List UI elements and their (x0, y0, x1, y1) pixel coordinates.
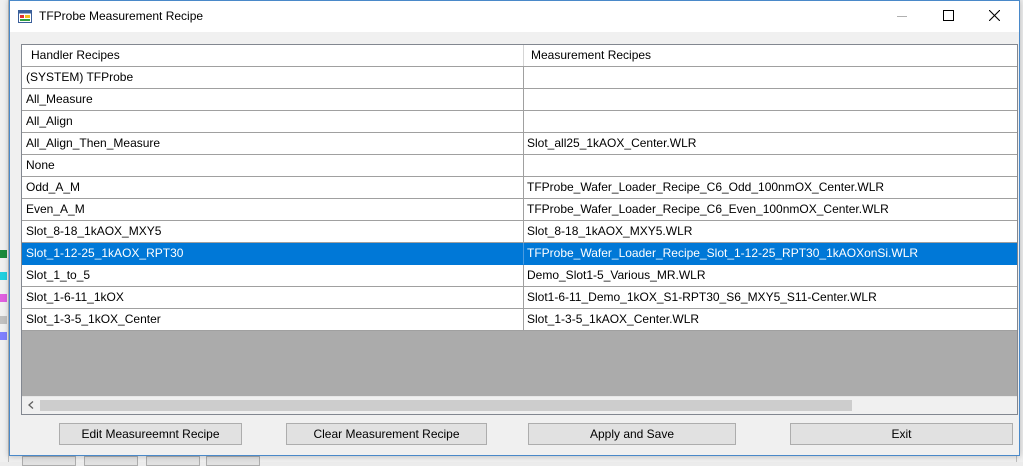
maximize-button[interactable] (925, 1, 971, 32)
handler-recipe-cell[interactable]: Slot_1-3-5_1kOX_Center (22, 309, 524, 331)
measurement-recipe-cell[interactable]: Slot_1-3-5_1kAOX_Center.WLR (524, 309, 1017, 331)
window-title: TFProbe Measurement Recipe (39, 9, 204, 23)
handler-recipe-cell[interactable]: Slot_1_to_5 (22, 265, 524, 287)
handler-recipe-cell[interactable]: (SYSTEM) TFProbe (22, 67, 524, 89)
scroll-left-button[interactable] (22, 397, 39, 414)
maximize-icon (942, 9, 954, 24)
close-icon (988, 9, 1000, 24)
background-color-swatch (0, 272, 7, 280)
measurement-recipe-cell[interactable]: Demo_Slot1-5_Various_MR.WLR (524, 265, 1017, 287)
background-color-swatch (0, 294, 7, 302)
recipe-grid[interactable]: Handler Recipes Measurement Recipes (SYS… (21, 44, 1018, 415)
measurement-recipe-dialog: TFProbe Measurement Recipe Handler Recip… (9, 0, 1020, 456)
measurement-recipe-cell[interactable] (524, 67, 1017, 89)
handler-recipe-cell[interactable]: All_Align (22, 111, 524, 133)
table-row[interactable]: Slot_1-3-5_1kOX_Center Slot_1-3-5_1kAOX_C… (22, 309, 1017, 331)
background-button (22, 456, 76, 466)
handler-recipe-cell[interactable]: Even_A_M (22, 199, 524, 221)
table-row[interactable]: (SYSTEM) TFProbe (22, 67, 1017, 89)
clear-measurement-recipe-button[interactable]: Clear Measurement Recipe (286, 423, 487, 445)
measurement-recipe-cell[interactable]: TFProbe_Wafer_Loader_Recipe_Slot_1-12-25… (524, 243, 1017, 265)
background-color-swatch (0, 250, 7, 258)
background-left-panel (0, 0, 9, 462)
handler-recipe-cell[interactable]: None (22, 155, 524, 177)
handler-recipe-cell[interactable]: Slot_1-6-11_1kOX (22, 287, 524, 309)
app-window-icon (18, 10, 32, 23)
grid-rows: (SYSTEM) TFProbe All_Measure All_Align All_… (22, 67, 1017, 331)
grid-header: Handler Recipes Measurement Recipes (22, 45, 1017, 67)
background-color-swatch (0, 332, 7, 340)
table-row[interactable]: Slot_1_to_5 Demo_Slot1-5_Various_MR.WLR (22, 265, 1017, 287)
handler-recipe-cell[interactable]: Slot_8-18_1kAOX_MXY5 (22, 221, 524, 243)
scroll-thumb[interactable] (40, 400, 852, 411)
table-row[interactable]: All_Align (22, 111, 1017, 133)
table-row[interactable]: Slot_1-6-11_1kOX Slot1-6-11_Demo_1kOX_S1-… (22, 287, 1017, 309)
measurement-recipe-cell[interactable] (524, 89, 1017, 111)
horizontal-scrollbar[interactable] (22, 396, 1017, 414)
title-bar[interactable]: TFProbe Measurement Recipe (10, 1, 1019, 32)
measurement-recipe-cell[interactable] (524, 111, 1017, 133)
minimize-icon (897, 10, 907, 24)
table-row[interactable]: All_Measure (22, 89, 1017, 111)
table-row[interactable]: All_Align_Then_Measure Slot_all25_1kAOX_C… (22, 133, 1017, 155)
table-row[interactable]: Even_A_M TFProbe_Wafer_Loader_Recipe_C6_E… (22, 199, 1017, 221)
edit-measurement-recipe-button[interactable]: Edit Measureemnt Recipe (59, 423, 242, 445)
measurement-recipe-cell[interactable]: Slot1-6-11_Demo_1kOX_S1-RPT30_S6_MXY5_S1… (524, 287, 1017, 309)
measurement-recipe-cell[interactable]: TFProbe_Wafer_Loader_Recipe_C6_Even_100n… (524, 199, 1017, 221)
handler-recipe-cell[interactable]: All_Measure (22, 89, 524, 111)
table-row[interactable]: None (22, 155, 1017, 177)
measurement-recipe-cell[interactable]: Slot_all25_1kAOX_Center.WLR (524, 133, 1017, 155)
exit-button[interactable]: Exit (790, 423, 1013, 445)
column-header-measurement-recipes[interactable]: Measurement Recipes (524, 45, 1017, 66)
close-button[interactable] (971, 1, 1017, 32)
measurement-recipe-cell[interactable] (524, 155, 1017, 177)
background-color-swatch (0, 316, 7, 324)
table-row[interactable]: Slot_8-18_1kAOX_MXY5 Slot_8-18_1kAOX_MXY5… (22, 221, 1017, 243)
column-header-handler-recipes[interactable]: Handler Recipes (22, 45, 524, 66)
background-button (84, 456, 138, 466)
table-row[interactable]: Slot_1-12-25_1kAOX_RPT30 TFProbe_Wafer_Lo… (22, 243, 1017, 265)
table-row[interactable]: Odd_A_M TFProbe_Wafer_Loader_Recipe_C6_Od… (22, 177, 1017, 199)
background-button (146, 456, 200, 466)
apply-and-save-button[interactable]: Apply and Save (528, 423, 736, 445)
handler-recipe-cell[interactable]: All_Align_Then_Measure (22, 133, 524, 155)
handler-recipe-cell[interactable]: Odd_A_M (22, 177, 524, 199)
measurement-recipe-cell[interactable]: TFProbe_Wafer_Loader_Recipe_C6_Odd_100nm… (524, 177, 1017, 199)
handler-recipe-cell[interactable]: Slot_1-12-25_1kAOX_RPT30 (22, 243, 524, 265)
minimize-button[interactable] (879, 1, 925, 32)
chevron-left-icon (27, 400, 34, 411)
measurement-recipe-cell[interactable]: Slot_8-18_1kAOX_MXY5.WLR (524, 221, 1017, 243)
background-button (206, 456, 260, 466)
